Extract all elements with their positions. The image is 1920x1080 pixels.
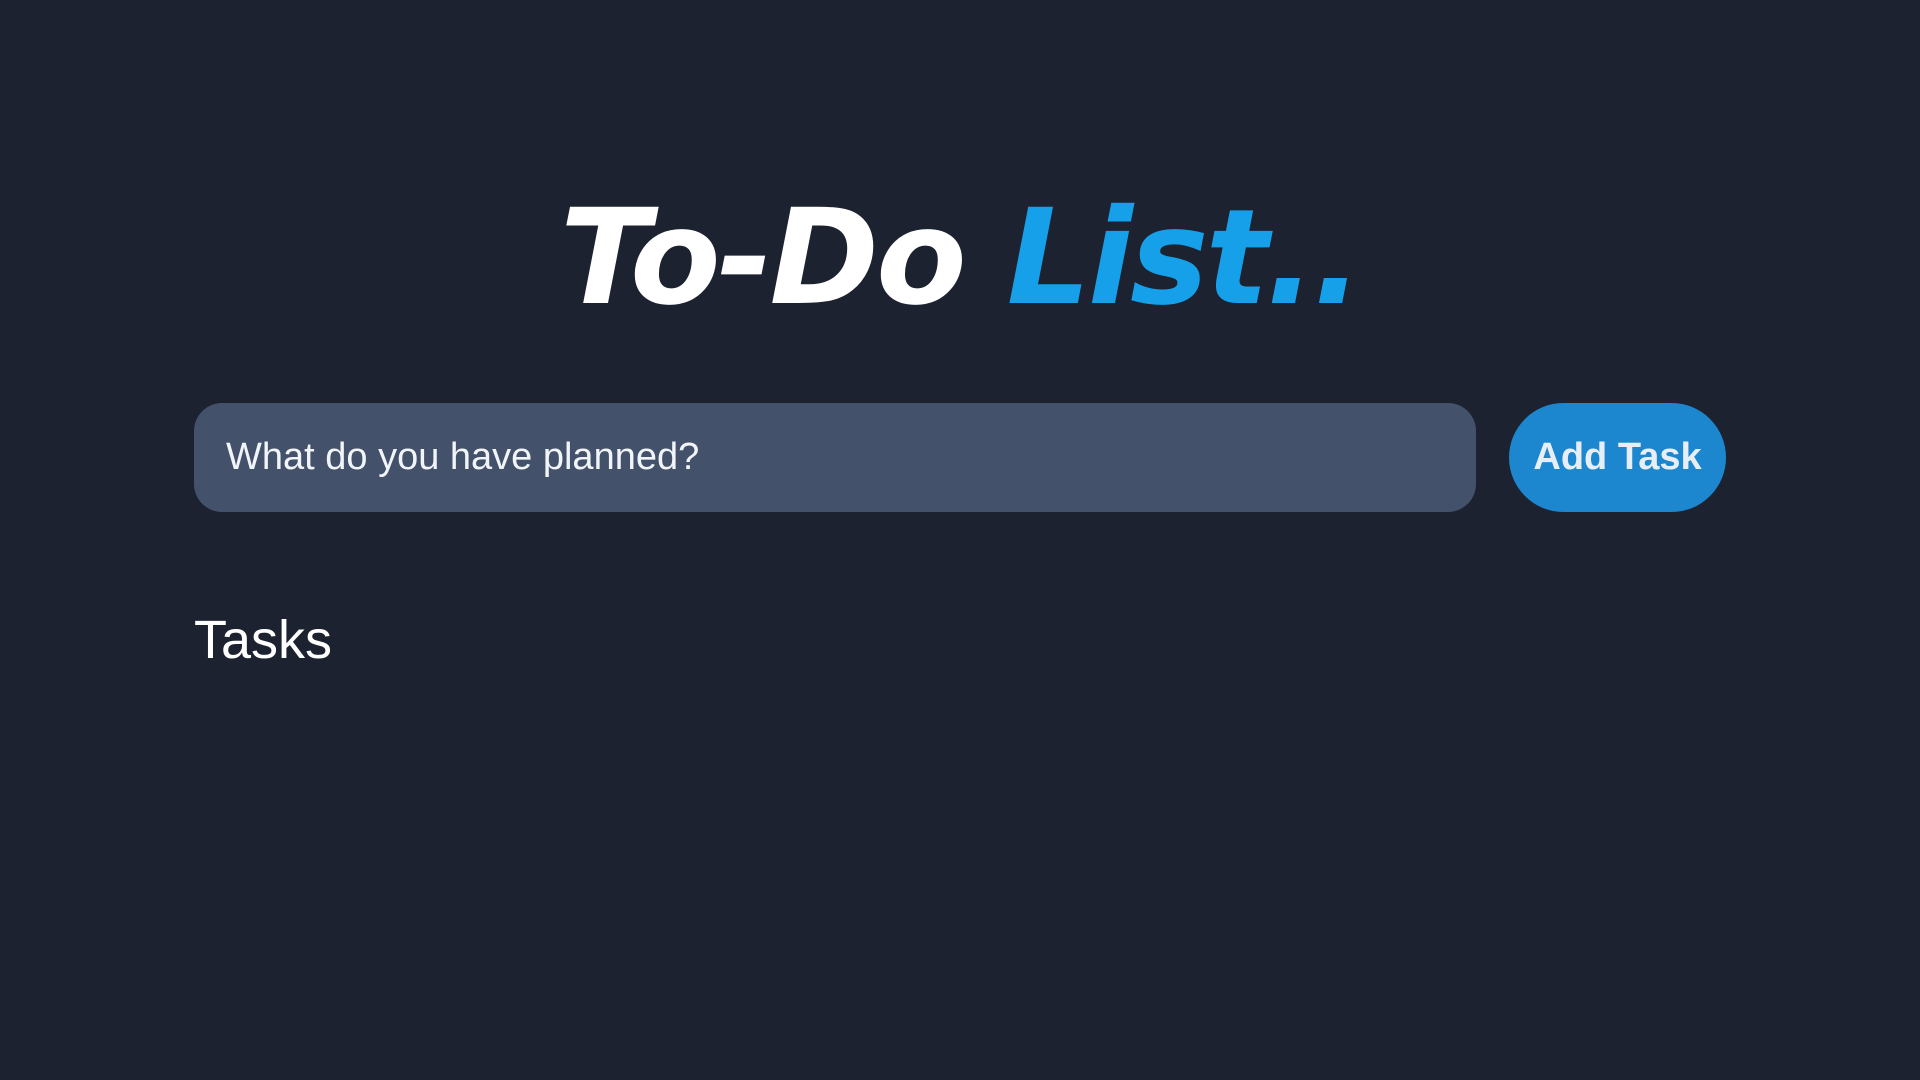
tasks-heading: Tasks [194, 610, 333, 670]
new-task-form: Add Task [194, 403, 1726, 512]
add-task-button[interactable]: Add Task [1509, 403, 1726, 512]
page-title: To-Do List.. [0, 168, 1920, 348]
todo-app: To-Do List.. Add Task Tasks [0, 0, 1920, 1080]
new-task-input[interactable] [194, 403, 1476, 512]
title-todo-text: To-Do [559, 181, 967, 335]
title-list-text: List.. [1006, 181, 1363, 335]
